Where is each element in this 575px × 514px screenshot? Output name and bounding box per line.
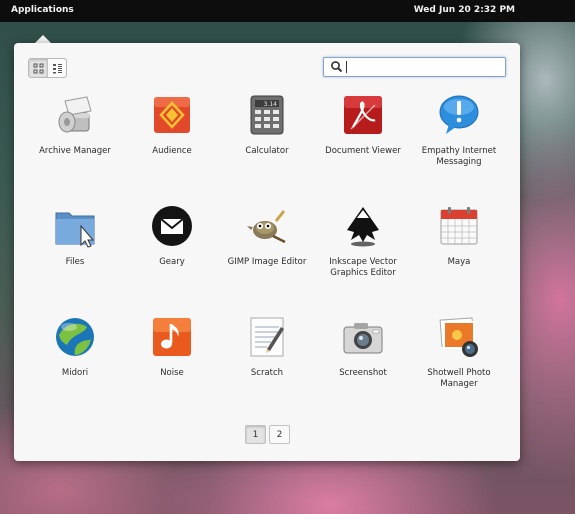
app-inkscape[interactable]: Inkscape Vector Graphics Editor [313, 204, 413, 279]
app-scratch[interactable]: Scratch [217, 315, 317, 379]
noise-icon [153, 318, 191, 356]
text-caret [346, 61, 347, 73]
app-label: Shotwell Photo Manager [427, 368, 491, 389]
app-calculator[interactable]: 3.14 Calculator [217, 93, 317, 157]
app-label: Maya [447, 257, 471, 267]
app-archive-manager[interactable]: Archive Manager [25, 93, 125, 157]
app-label: Scratch [250, 368, 284, 378]
archive-manager-icon [58, 96, 92, 133]
app-label: Geary [159, 257, 185, 267]
inkscape-icon [347, 207, 379, 247]
app-document-viewer[interactable]: Document Viewer [313, 93, 413, 157]
app-gimp[interactable]: GIMP Image Editor [217, 204, 317, 268]
category-view-icon [52, 63, 62, 73]
screenshot-icon [343, 323, 383, 354]
search-field[interactable] [323, 57, 506, 77]
empathy-icon [439, 95, 479, 134]
app-label: Noise [160, 368, 184, 378]
app-label: Document Viewer [325, 146, 401, 156]
app-files[interactable]: Files [25, 204, 125, 268]
page-switcher: 1 2 [245, 425, 290, 444]
app-geary[interactable]: Geary [122, 204, 222, 268]
audience-icon [154, 97, 190, 133]
app-label: Midori [61, 368, 89, 378]
search-icon [331, 61, 343, 73]
app-audience[interactable]: Audience [122, 93, 222, 157]
app-label: GIMP Image Editor [227, 257, 307, 267]
svg-text:3.14: 3.14 [264, 101, 278, 108]
top-panel: Applications Wed Jun 20 2:32 PM [0, 0, 575, 22]
panel-clock[interactable]: Wed Jun 20 2:32 PM [414, 5, 515, 15]
shotwell-icon [439, 317, 478, 357]
app-empathy[interactable]: Empathy Internet Messaging [409, 93, 509, 168]
page-button-2[interactable]: 2 [269, 425, 290, 444]
app-label: Screenshot [339, 368, 387, 378]
app-noise[interactable]: Noise [122, 315, 222, 379]
grid-view-button[interactable] [29, 59, 47, 77]
app-label: Empathy Internet Messaging [421, 146, 497, 167]
midori-icon [56, 318, 94, 356]
calculator-icon: 3.14 [250, 95, 284, 135]
app-maya[interactable]: Maya [409, 204, 509, 268]
app-label: Archive Manager [39, 146, 111, 156]
app-label: Files [65, 257, 85, 267]
search-input[interactable] [348, 59, 498, 74]
grid-view-icon [33, 63, 43, 73]
geary-icon [152, 206, 192, 246]
category-view-button[interactable] [47, 59, 66, 77]
app-midori[interactable]: Midori [25, 315, 125, 379]
app-label: Audience [152, 146, 192, 156]
app-label: Inkscape Vector Graphics Editor [329, 257, 397, 278]
scratch-icon [250, 317, 284, 357]
app-shotwell[interactable]: Shotwell Photo Manager [409, 315, 509, 390]
page-button-1[interactable]: 1 [245, 425, 266, 444]
view-mode-toggle [28, 58, 67, 78]
applications-menu-button[interactable]: Applications [11, 5, 74, 15]
document-viewer-icon [344, 96, 382, 134]
maya-icon [440, 207, 478, 245]
app-label: Calculator [245, 146, 289, 156]
gimp-icon [247, 210, 286, 244]
applications-popover: Archive Manager Audience 3.14 Calculator… [14, 43, 520, 461]
app-screenshot[interactable]: Screenshot [313, 315, 413, 379]
files-icon [55, 212, 95, 248]
